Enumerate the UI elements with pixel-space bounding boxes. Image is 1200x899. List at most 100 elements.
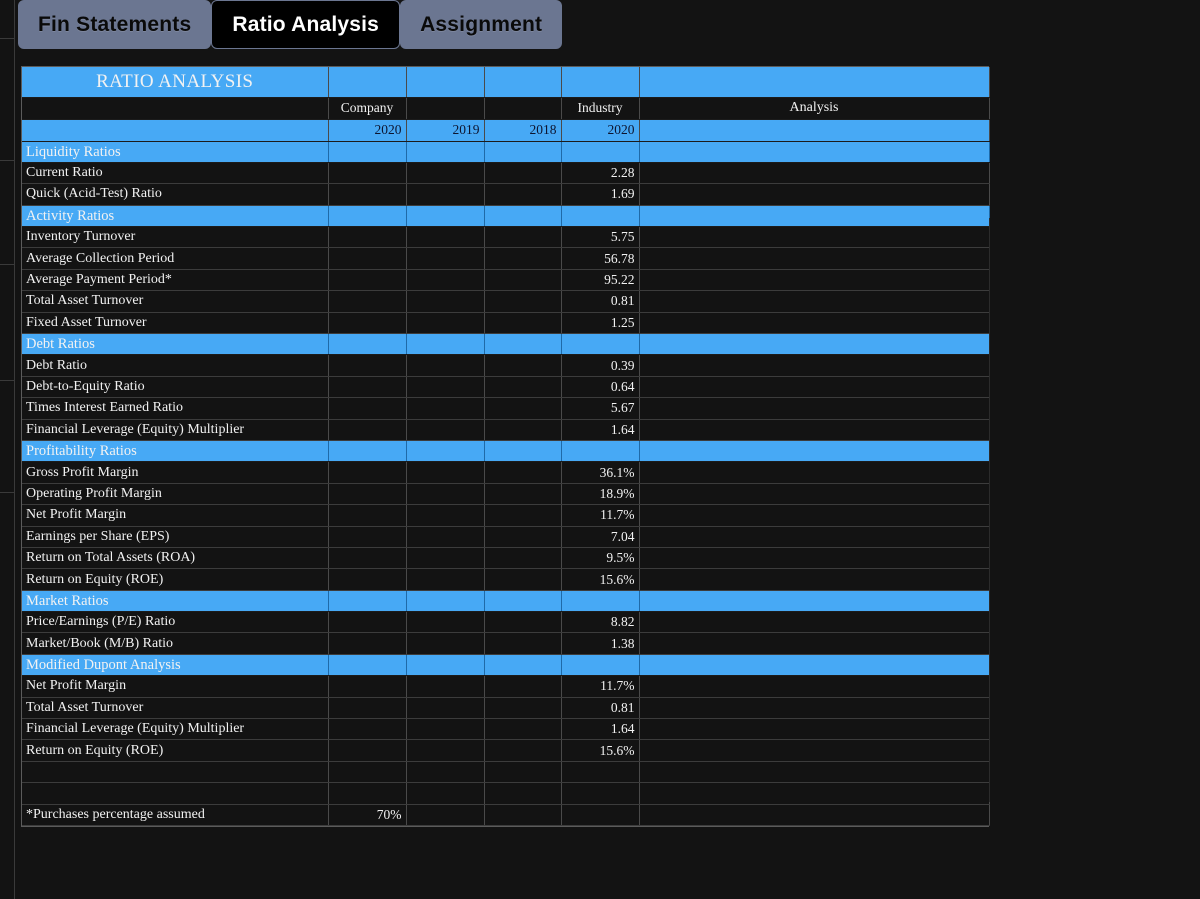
cell-company-2019[interactable] xyxy=(406,611,485,634)
cell-company-2019[interactable] xyxy=(406,312,485,335)
cell-company-2018[interactable] xyxy=(484,547,562,570)
cell-analysis[interactable] xyxy=(639,354,990,377)
cell-company-2019[interactable] xyxy=(406,376,485,399)
cell-company-2020[interactable] xyxy=(328,611,407,634)
cell-company-2020[interactable] xyxy=(328,397,407,420)
cell-analysis[interactable] xyxy=(639,269,990,292)
cell-industry-2020[interactable]: 36.1% xyxy=(561,461,640,484)
cell-industry-2020[interactable]: 7.04 xyxy=(561,526,640,548)
cell-company-2020[interactable] xyxy=(328,312,407,335)
cell-analysis[interactable] xyxy=(639,419,990,441)
cell-company-2020[interactable] xyxy=(328,547,407,570)
cell-company-2018[interactable] xyxy=(484,419,562,441)
cell-company-2019[interactable] xyxy=(406,697,485,720)
cell-company-2018[interactable] xyxy=(484,675,562,698)
cell-industry-2020[interactable]: 95.22 xyxy=(561,269,640,292)
cell-company-2020[interactable] xyxy=(328,183,407,206)
cell-company-2019[interactable] xyxy=(406,247,485,270)
cell-analysis[interactable] xyxy=(639,611,990,634)
cell-company-2018[interactable] xyxy=(484,632,562,655)
cell-company-2019[interactable] xyxy=(406,718,485,741)
cell-company-2019[interactable] xyxy=(406,397,485,420)
cell-industry-2020[interactable]: 1.69 xyxy=(561,183,640,206)
cell-industry-2020[interactable]: 1.25 xyxy=(561,312,640,335)
cell-industry-2020[interactable]: 8.82 xyxy=(561,611,640,634)
cell-company-2019[interactable] xyxy=(406,290,485,313)
cell-company-2019[interactable] xyxy=(406,739,485,762)
cell-company-2018[interactable] xyxy=(484,461,562,484)
cell-company-2019[interactable] xyxy=(406,547,485,570)
cell-company-2019[interactable] xyxy=(406,675,485,698)
tab-assignment[interactable]: Assignment xyxy=(400,0,563,49)
cell-analysis[interactable] xyxy=(639,397,990,420)
cell-analysis[interactable] xyxy=(639,675,990,698)
cell-company-2018[interactable] xyxy=(484,697,562,720)
cell-company-2020[interactable] xyxy=(328,718,407,741)
cell-industry-2020[interactable]: 18.9% xyxy=(561,483,640,506)
cell-industry-2020[interactable]: 9.5% xyxy=(561,547,640,570)
cell-company-2018[interactable] xyxy=(484,504,562,527)
cell-company-2020[interactable] xyxy=(328,226,407,249)
cell-company-2018[interactable] xyxy=(484,312,562,335)
footnote-value[interactable]: 70% xyxy=(328,804,407,827)
cell-industry-2020[interactable]: 1.64 xyxy=(561,419,640,441)
cell-analysis[interactable] xyxy=(639,183,990,206)
cell-analysis[interactable] xyxy=(639,697,990,720)
cell-company-2018[interactable] xyxy=(484,739,562,762)
cell-company-2020[interactable] xyxy=(328,526,407,548)
cell-analysis[interactable] xyxy=(639,632,990,655)
cell-company-2020[interactable] xyxy=(328,419,407,441)
cell-company-2018[interactable] xyxy=(484,397,562,420)
cell-company-2019[interactable] xyxy=(406,526,485,548)
cell-analysis[interactable] xyxy=(639,290,990,313)
cell-industry-2020[interactable]: 15.6% xyxy=(561,568,640,591)
cell-company-2018[interactable] xyxy=(484,183,562,206)
cell-industry-2020[interactable]: 2.28 xyxy=(561,162,640,185)
cell-company-2018[interactable] xyxy=(484,247,562,270)
cell-analysis[interactable] xyxy=(639,526,990,548)
cell-company-2018[interactable] xyxy=(484,568,562,591)
cell-company-2020[interactable] xyxy=(328,504,407,527)
cell-company-2018[interactable] xyxy=(484,483,562,506)
cell-analysis[interactable] xyxy=(639,312,990,335)
cell-analysis[interactable] xyxy=(639,739,990,762)
cell-company-2018[interactable] xyxy=(484,526,562,548)
cell-analysis[interactable] xyxy=(639,162,990,185)
cell-industry-2020[interactable]: 0.39 xyxy=(561,354,640,377)
cell-company-2019[interactable] xyxy=(406,354,485,377)
cell-company-2018[interactable] xyxy=(484,354,562,377)
cell-analysis[interactable] xyxy=(639,247,990,270)
cell-company-2020[interactable] xyxy=(328,483,407,506)
cell-industry-2020[interactable]: 1.38 xyxy=(561,632,640,655)
cell-company-2020[interactable] xyxy=(328,568,407,591)
cell-analysis[interactable] xyxy=(639,504,990,527)
cell-analysis[interactable] xyxy=(639,226,990,249)
cell-company-2019[interactable] xyxy=(406,632,485,655)
cell-industry-2020[interactable]: 56.78 xyxy=(561,247,640,270)
cell-company-2018[interactable] xyxy=(484,226,562,249)
tab-ratio-analysis[interactable]: Ratio Analysis xyxy=(211,0,401,49)
cell-company-2018[interactable] xyxy=(484,718,562,741)
cell-analysis[interactable] xyxy=(639,568,990,591)
cell-company-2020[interactable] xyxy=(328,697,407,720)
cell-industry-2020[interactable]: 0.81 xyxy=(561,697,640,720)
cell-company-2020[interactable] xyxy=(328,269,407,292)
cell-analysis[interactable] xyxy=(639,718,990,741)
cell-industry-2020[interactable]: 0.64 xyxy=(561,376,640,399)
cell-company-2019[interactable] xyxy=(406,461,485,484)
cell-company-2019[interactable] xyxy=(406,162,485,185)
cell-company-2020[interactable] xyxy=(328,354,407,377)
cell-company-2018[interactable] xyxy=(484,162,562,185)
cell-analysis[interactable] xyxy=(639,483,990,506)
cell-company-2018[interactable] xyxy=(484,611,562,634)
cell-company-2019[interactable] xyxy=(406,568,485,591)
tab-fin-statements[interactable]: Fin Statements xyxy=(18,0,212,49)
cell-company-2020[interactable] xyxy=(328,162,407,185)
cell-industry-2020[interactable]: 1.64 xyxy=(561,718,640,741)
cell-company-2018[interactable] xyxy=(484,376,562,399)
cell-analysis[interactable] xyxy=(639,376,990,399)
cell-company-2018[interactable] xyxy=(484,269,562,292)
cell-industry-2020[interactable]: 15.6% xyxy=(561,739,640,762)
cell-analysis[interactable] xyxy=(639,461,990,484)
cell-company-2020[interactable] xyxy=(328,675,407,698)
